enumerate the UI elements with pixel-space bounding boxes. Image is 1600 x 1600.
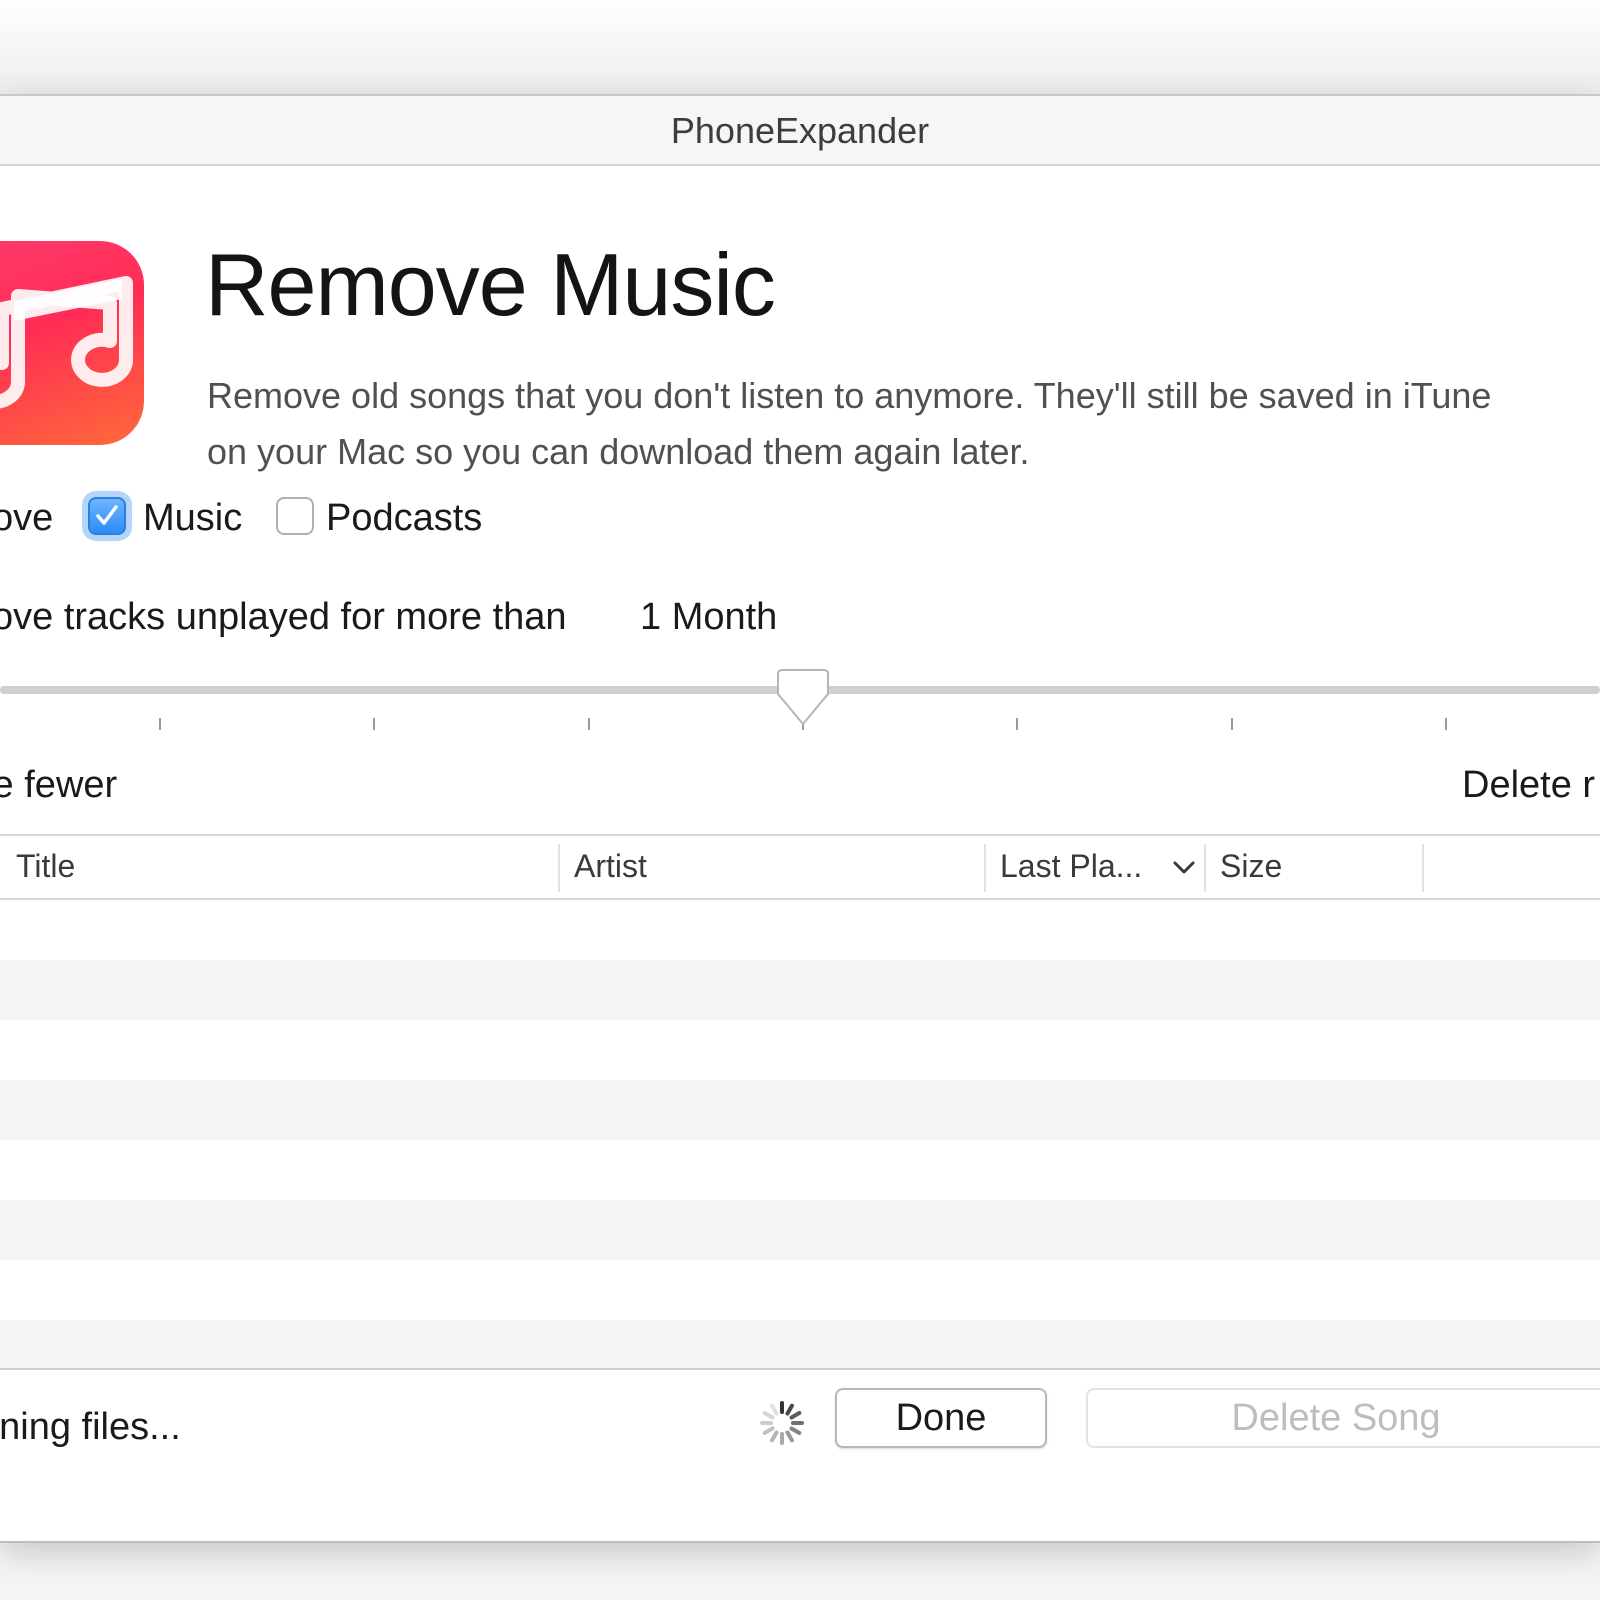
- music-app-icon: [0, 241, 144, 445]
- done-button[interactable]: Done: [835, 1388, 1047, 1448]
- slider-max-label: Delete r: [1462, 764, 1596, 806]
- media-type-row: ove Music Podcasts: [0, 491, 1600, 547]
- desktop-background: [0, 0, 1600, 95]
- table-row: [0, 1020, 1600, 1080]
- column-divider[interactable]: [984, 844, 986, 892]
- window-title: PhoneExpander: [670, 110, 930, 151]
- description-line-2: on your Mac so you can download them aga…: [207, 431, 1030, 472]
- checkmark-icon: [96, 505, 118, 525]
- table-body: [0, 900, 1600, 1368]
- table-row: [0, 1080, 1600, 1140]
- podcasts-checkbox-label[interactable]: Podcasts: [326, 497, 482, 540]
- music-note-icon: [0, 276, 133, 409]
- status-text: nning files...: [0, 1406, 181, 1448]
- music-checkbox-label[interactable]: Music: [143, 497, 242, 540]
- songs-table: Title Artist Last Pla... Size: [0, 834, 1600, 1370]
- age-slider-knob[interactable]: [776, 666, 830, 730]
- page-title: Remove Music: [205, 235, 776, 334]
- delete-song-label: Delete Song: [1231, 1397, 1441, 1439]
- column-divider[interactable]: [1422, 844, 1424, 892]
- table-row: [0, 960, 1600, 1020]
- slider-min-label: te fewer: [0, 764, 118, 806]
- app-window: PhoneExpander Remove Music Remove old so…: [0, 94, 1600, 1543]
- description-line-1: Remove old songs that you don't listen t…: [207, 375, 1492, 416]
- music-checkbox[interactable]: [88, 497, 126, 535]
- table-row: [0, 1320, 1600, 1368]
- chevron-down-icon[interactable]: [1172, 860, 1196, 876]
- column-artist[interactable]: Artist: [574, 848, 647, 885]
- unplayed-label: ove tracks unplayed for more than: [0, 596, 567, 638]
- slider-tick: [1016, 718, 1018, 730]
- slider-tick: [373, 718, 375, 730]
- unplayed-value: 1 Month: [640, 596, 778, 638]
- table-row: [0, 1140, 1600, 1200]
- slider-tick: [1445, 718, 1447, 730]
- table-row: [0, 900, 1600, 960]
- podcasts-checkbox[interactable]: [276, 497, 314, 535]
- spinner-icon: [760, 1401, 804, 1445]
- delete-song-button[interactable]: Delete Song: [1086, 1388, 1600, 1448]
- slider-tick: [1231, 718, 1233, 730]
- column-divider[interactable]: [1204, 844, 1206, 892]
- column-title[interactable]: Title: [16, 848, 75, 885]
- table-row: [0, 1260, 1600, 1320]
- title-bar[interactable]: PhoneExpander: [0, 96, 1600, 166]
- slider-tick: [159, 718, 161, 730]
- column-last-played[interactable]: Last Pla...: [1000, 848, 1142, 885]
- table-row: [0, 1200, 1600, 1260]
- description: Remove old songs that you don't listen t…: [207, 368, 1600, 480]
- column-divider[interactable]: [558, 844, 560, 892]
- table-header: Title Artist Last Pla... Size: [0, 836, 1600, 900]
- slider-tick: [588, 718, 590, 730]
- column-size[interactable]: Size: [1220, 848, 1282, 885]
- media-type-label: ove: [0, 497, 54, 539]
